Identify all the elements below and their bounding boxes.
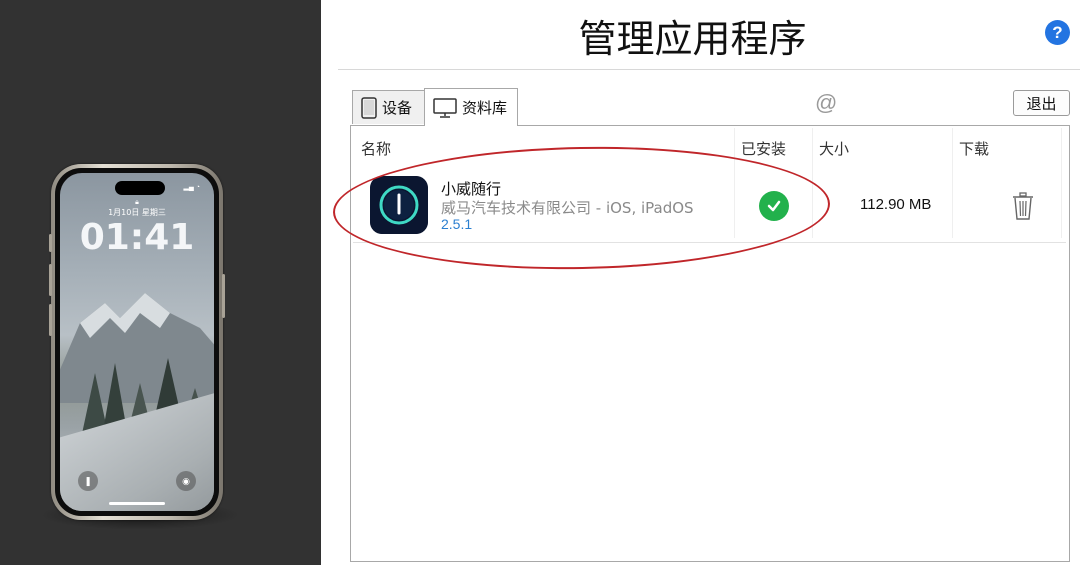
home-indicator — [109, 502, 165, 505]
app-version: 2.5.1 — [441, 216, 473, 232]
logout-button[interactable]: 退出 — [1013, 90, 1070, 116]
phone-side-button — [222, 274, 225, 318]
phone-volume-down — [49, 304, 52, 336]
column-header-download[interactable]: 下载 — [959, 138, 989, 159]
phone-action-button — [49, 234, 52, 252]
device-preview-panel: ▂▄ ◔ 🔒︎ 1月10日 星期三 01:41 ❚ ◉ — [0, 0, 321, 565]
phone-bezel: ▂▄ ◔ 🔒︎ 1月10日 星期三 01:41 ❚ ◉ — [55, 168, 219, 516]
lock-screen: ▂▄ ◔ 🔒︎ 1月10日 星期三 01:41 ❚ ◉ — [60, 173, 214, 511]
help-button[interactable]: ? — [1045, 20, 1070, 45]
camera-icon: ◉ — [176, 471, 196, 491]
dynamic-island — [115, 181, 165, 195]
tab-library[interactable]: 资料库 — [424, 88, 518, 126]
phone-device-icon — [361, 96, 377, 119]
status-bar-icons: ▂▄ ◔ — [183, 184, 200, 191]
monitor-icon — [433, 97, 457, 118]
lock-time: 01:41 — [79, 217, 195, 258]
phone-image: ▂▄ ◔ 🔒︎ 1月10日 星期三 01:41 ❚ ◉ — [49, 164, 225, 520]
page-title: 管理应用程序 — [578, 17, 807, 61]
column-header-name[interactable]: 名称 — [361, 138, 391, 159]
app-vendor: 威马汽车技术有限公司 - iOS, iPadOS — [441, 199, 694, 217]
column-header-installed[interactable]: 已安装 — [741, 138, 786, 159]
installed-check-icon — [759, 191, 789, 221]
phone-volume-up — [49, 264, 52, 296]
app-window: ▂▄ ◔ 🔒︎ 1月10日 星期三 01:41 ❚ ◉ 管理应用程序 ? 设备 — [0, 0, 1080, 565]
column-header-size[interactable]: 大小 — [819, 138, 849, 159]
title-divider — [338, 69, 1080, 70]
tab-device-label: 设备 — [382, 99, 413, 117]
flashlight-icon: ❚ — [78, 471, 98, 491]
at-icon[interactable]: @ — [815, 90, 837, 116]
table-row[interactable]: 小威随行 威马汽车技术有限公司 - iOS, iPadOS 2.5.1 112.… — [353, 166, 1066, 243]
app-name: 小威随行 — [441, 180, 502, 198]
app-table: 名称 已安装 大小 下载 小威随行 威马汽车技术有限公司 - iOS, iPad… — [350, 125, 1070, 562]
trash-icon[interactable] — [1012, 192, 1034, 220]
tab-library-label: 资料库 — [462, 99, 508, 117]
tab-device[interactable]: 设备 — [352, 90, 425, 124]
lock-icon: 🔒︎ — [135, 199, 139, 206]
app-logo-icon — [370, 176, 428, 234]
app-size: 112.90 MB — [860, 196, 932, 213]
